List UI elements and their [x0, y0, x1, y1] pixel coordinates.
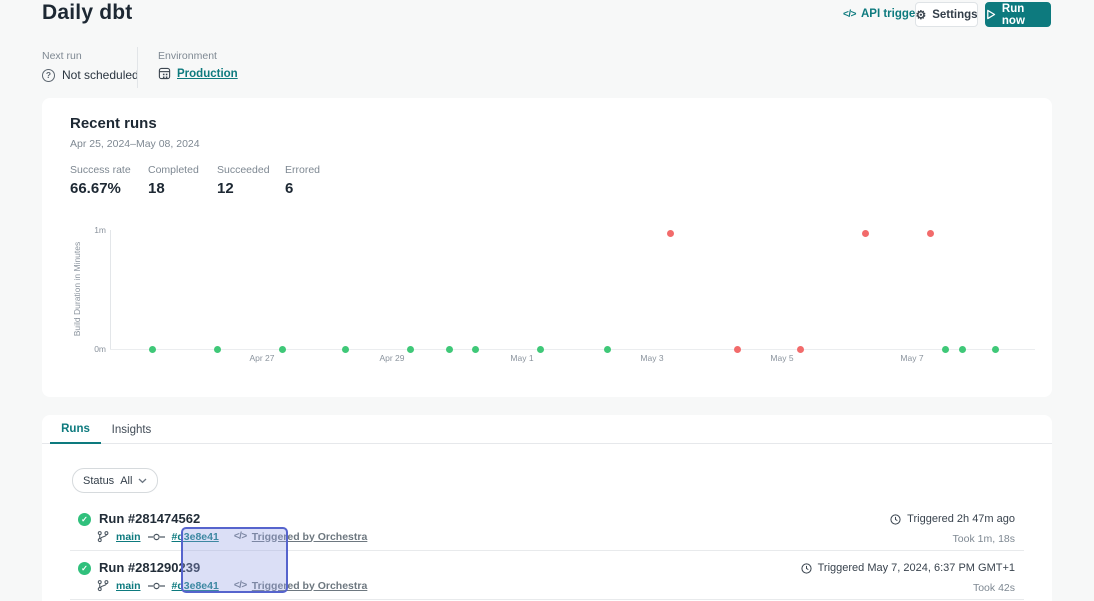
- environment-value: Production: [177, 68, 238, 80]
- recent-runs-card: Recent runs Apr 25, 2024–May 08, 2024 Su…: [42, 98, 1052, 397]
- data-point-success[interactable]: [959, 346, 966, 353]
- git-branch-icon: [97, 579, 109, 592]
- settings-button[interactable]: ⚙ Settings: [915, 2, 978, 27]
- y-axis-title: Build Duration in Minutes: [72, 229, 82, 349]
- page-title: Daily dbt: [42, 1, 132, 25]
- data-point-error[interactable]: [734, 346, 741, 353]
- x-axis-tick-label: Apr 27: [232, 353, 292, 363]
- gear-icon: ⚙: [915, 9, 926, 21]
- x-axis-tick-label: May 5: [752, 353, 812, 363]
- stat-value: 12: [217, 180, 270, 197]
- data-point-error[interactable]: [667, 230, 674, 237]
- recent-runs-title: Recent runs: [70, 115, 157, 132]
- environment-link[interactable]: Production: [158, 67, 238, 80]
- data-point-success[interactable]: [407, 346, 414, 353]
- x-axis-line: [110, 349, 1035, 350]
- stat-succeeded: Succeeded 12: [217, 164, 270, 197]
- tab-bar: Runs Insights: [42, 415, 1052, 444]
- data-point-success[interactable]: [942, 346, 949, 353]
- next-run-text: Not scheduled: [62, 68, 139, 82]
- duration-text: Took 1m, 18s: [953, 533, 1015, 545]
- y-axis-line: [110, 230, 111, 349]
- triggered-time: Triggered May 7, 2024, 6:37 PM GMT+1: [801, 562, 1015, 574]
- git-commit-icon: [148, 581, 165, 591]
- date-range: Apr 25, 2024–May 08, 2024: [70, 138, 200, 150]
- job-page: Daily dbt </> API trigger ⚙ Settings Run…: [0, 0, 1094, 601]
- data-point-success[interactable]: [149, 346, 156, 353]
- stat-success-rate: Success rate 66.67%: [70, 164, 131, 197]
- x-axis-tick-label: May 1: [492, 353, 552, 363]
- data-point-error[interactable]: [797, 346, 804, 353]
- next-run-label: Next run: [42, 50, 82, 62]
- data-point-success[interactable]: [992, 346, 999, 353]
- api-trigger-label: API trigger: [861, 8, 920, 20]
- x-axis-tick-label: May 7: [882, 353, 942, 363]
- stat-completed: Completed 18: [148, 164, 199, 197]
- branch-link[interactable]: main: [116, 531, 141, 543]
- success-check-icon: ✓: [78, 513, 91, 526]
- duration-text: Took 42s: [973, 582, 1015, 594]
- git-commit-icon: [148, 532, 165, 542]
- data-point-success[interactable]: [279, 346, 286, 353]
- stat-value: 6: [285, 180, 320, 197]
- data-point-success[interactable]: [446, 346, 453, 353]
- build-duration-scatter-chart: Apr 27 Apr 29 May 1 May 3 May 5 May 7: [110, 224, 1040, 369]
- vertical-divider: [137, 47, 138, 88]
- triggered-time: Triggered 2h 47m ago: [890, 513, 1015, 525]
- stat-value: 18: [148, 180, 199, 197]
- run-now-label: Run now: [1002, 3, 1050, 27]
- chevron-down-icon: [138, 478, 147, 484]
- environment-icon: [158, 67, 171, 80]
- triggered-text: Triggered 2h 47m ago: [907, 513, 1015, 525]
- play-icon: [986, 9, 996, 20]
- triggered-text: Triggered May 7, 2024, 6:37 PM GMT+1: [818, 562, 1015, 574]
- filter-value: All: [120, 475, 132, 487]
- data-point-success[interactable]: [537, 346, 544, 353]
- stat-errored: Errored 6: [285, 164, 320, 197]
- data-point-error[interactable]: [862, 230, 869, 237]
- filter-label: Status: [83, 475, 114, 487]
- status-filter-dropdown[interactable]: Status All: [72, 468, 158, 493]
- selection-highlight-overlay: [181, 527, 288, 593]
- stat-value: 66.67%: [70, 180, 131, 197]
- tab-insights[interactable]: Insights: [104, 415, 159, 444]
- data-point-success[interactable]: [604, 346, 611, 353]
- code-icon: </>: [843, 9, 856, 20]
- x-axis-tick-label: Apr 29: [362, 353, 422, 363]
- stat-label: Errored: [285, 164, 320, 176]
- api-trigger-link[interactable]: </> API trigger: [843, 8, 920, 20]
- run-title[interactable]: Run #281474562: [99, 511, 200, 526]
- environment-label: Environment: [158, 50, 217, 62]
- run-now-button[interactable]: Run now: [985, 2, 1051, 27]
- question-circle-icon: ?: [42, 69, 55, 82]
- git-branch-icon: [97, 530, 109, 543]
- clock-icon: [890, 514, 901, 525]
- data-point-success[interactable]: [342, 346, 349, 353]
- clock-icon: [801, 563, 812, 574]
- data-point-error[interactable]: [927, 230, 934, 237]
- tab-runs[interactable]: Runs: [50, 415, 101, 444]
- data-point-success[interactable]: [472, 346, 479, 353]
- data-point-success[interactable]: [214, 346, 221, 353]
- x-axis-tick-label: May 3: [622, 353, 682, 363]
- next-run-value: ? Not scheduled: [42, 68, 139, 82]
- success-check-icon: ✓: [78, 562, 91, 575]
- branch-link[interactable]: main: [116, 580, 141, 592]
- stat-label: Succeeded: [217, 164, 270, 176]
- stat-label: Success rate: [70, 164, 131, 176]
- settings-label: Settings: [932, 9, 977, 21]
- stat-label: Completed: [148, 164, 199, 176]
- row-divider: [70, 599, 1024, 600]
